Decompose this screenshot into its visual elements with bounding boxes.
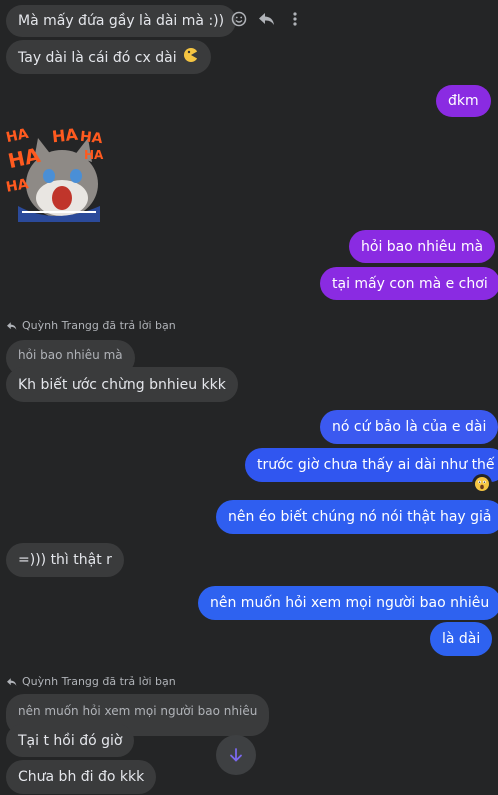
message-incoming[interactable]: Tay dài là cái đó cx dài xyxy=(6,40,211,74)
message-incoming[interactable]: Mà mấy đứa gầy là dài mà :)) xyxy=(6,5,237,37)
message-outgoing[interactable]: hỏi bao nhiêu mà xyxy=(349,230,496,263)
reply-header-text: Quỳnh Trangg đã trả lời bạn xyxy=(22,319,176,332)
reply-arrow-icon xyxy=(7,321,17,330)
message-text: Tay dài là cái đó cx dài xyxy=(18,49,177,66)
reply-arrow-icon xyxy=(7,677,17,686)
reply-header: Quỳnh Trangg đã trả lời bạn xyxy=(6,319,176,332)
emoji-face-icon xyxy=(183,47,199,68)
message-outgoing[interactable]: là dài xyxy=(430,622,493,656)
message-incoming[interactable]: Kh biết ước chừng bnhieu kkk xyxy=(6,367,238,402)
message-incoming[interactable]: Chưa bh đi đo kkk xyxy=(6,760,157,794)
message-actions xyxy=(229,9,305,29)
message-incoming[interactable]: =))) thì thật r xyxy=(6,543,124,577)
reply-header-text: Quỳnh Trangg đã trả lời bạn xyxy=(22,675,176,688)
emoji-icon[interactable] xyxy=(229,9,249,29)
more-icon[interactable] xyxy=(285,9,305,29)
reply-header: Quỳnh Trangg đã trả lời bạn xyxy=(6,675,176,688)
sticker-text: HA xyxy=(84,148,104,162)
shocked-reaction-icon[interactable] xyxy=(472,474,492,494)
reply-icon[interactable] xyxy=(257,9,277,29)
message-outgoing[interactable]: trước giờ chưa thấy ai dài như thế xyxy=(245,448,498,482)
message-outgoing[interactable]: nên muốn hỏi xem mọi người bao nhiêu xyxy=(198,586,498,620)
message-outgoing[interactable]: tại mấy con mà e chơi xyxy=(320,267,498,300)
sticker-text: HA xyxy=(79,128,104,148)
message-outgoing[interactable]: đkm xyxy=(436,85,491,117)
arrow-down-icon xyxy=(230,748,242,762)
message-incoming[interactable]: Tại t hồi đó giờ xyxy=(6,724,135,757)
message-outgoing[interactable]: nên éo biết chúng nó nói thật hay giả xyxy=(216,500,498,534)
sticker-laughing-cat[interactable]: HA HA HA HA HA HA xyxy=(4,124,104,222)
scroll-to-bottom-button[interactable] xyxy=(216,735,256,775)
sticker-text: HA xyxy=(51,124,79,147)
message-outgoing[interactable]: nó cứ bảo là của e dài xyxy=(320,410,498,444)
